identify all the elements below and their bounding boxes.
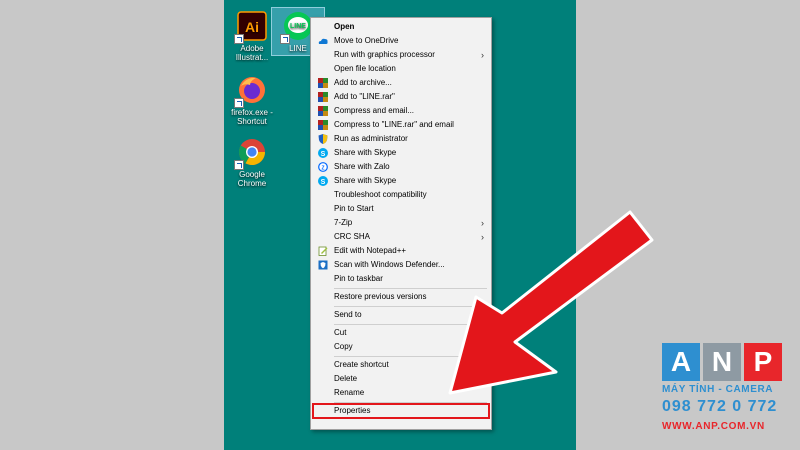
logo-letter-a: A bbox=[662, 343, 700, 381]
logo-letter-p: P bbox=[744, 343, 782, 381]
logo-tagline: MÁY TÍNH - CAMERA bbox=[662, 384, 774, 395]
logo-letter-n: N bbox=[703, 343, 741, 381]
logo-website: WWW.ANP.COM.VN bbox=[662, 421, 765, 432]
logo-phone: 098 772 0 772 bbox=[662, 398, 778, 415]
annotation-arrow-icon bbox=[448, 210, 654, 395]
